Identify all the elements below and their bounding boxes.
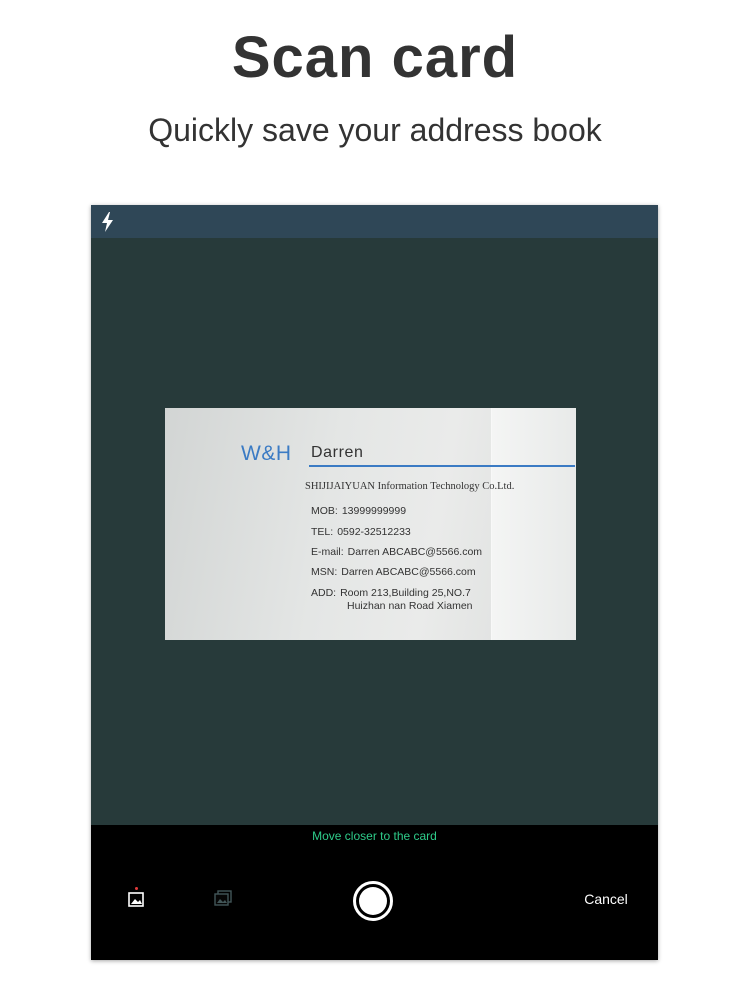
card-field-value: 13999999999 xyxy=(341,505,407,517)
card-address-line2: Huizhan nan Road Xiamen xyxy=(347,600,473,612)
card-field-label: ADD: xyxy=(311,587,337,599)
notification-dot xyxy=(135,887,138,890)
card-field-msn: MSN: Darren ABCABC@5566.com xyxy=(311,566,476,578)
shutter-button[interactable] xyxy=(353,881,393,921)
camera-top-bar xyxy=(91,205,658,238)
page-subtitle: Quickly save your address book xyxy=(148,112,602,148)
image-icon[interactable] xyxy=(128,887,146,909)
flash-icon[interactable] xyxy=(99,211,117,233)
card-field-label: TEL: xyxy=(311,526,334,538)
business-card: W&H Darren SHIJIJAIYUAN Information Tech… xyxy=(165,408,576,640)
camera-viewfinder: W&H Darren SHIJIJAIYUAN Information Tech… xyxy=(91,238,658,825)
card-field-label: MOB: xyxy=(311,505,338,517)
card-field-tel: TEL: 0592-32512233 xyxy=(311,526,411,538)
card-field-address: ADD: Room 213,Building 25,NO.7 xyxy=(311,587,471,599)
card-glare xyxy=(491,408,576,640)
card-fields: MOB: 13999999999 TEL: 0592-32512233 E-mail… xyxy=(165,408,495,640)
card-field-mob: MOB: 13999999999 xyxy=(311,505,406,517)
card-field-value: 0592-32512233 xyxy=(337,526,411,538)
card-field-label: E-mail: xyxy=(311,546,344,558)
card-field-value: Darren ABCABC@5566.com xyxy=(347,546,483,558)
camera-bottom-bar: Move closer to the card Cancel xyxy=(91,825,658,960)
card-field-email: E-mail: Darren ABCABC@5566.com xyxy=(311,546,482,558)
card-field-label: MSN: xyxy=(311,566,338,578)
card-field-value: Room 213,Building 25,NO.7 xyxy=(340,587,471,599)
camera-screen: W&H Darren SHIJIJAIYUAN Information Tech… xyxy=(91,205,658,960)
cancel-button[interactable]: Cancel xyxy=(571,891,641,907)
shutter-icon xyxy=(359,887,387,915)
page-title: Scan card xyxy=(231,25,519,90)
card-field-value: Darren ABCABC@5566.com xyxy=(341,566,476,578)
scan-card-screen: Scan card Quickly save your address book… xyxy=(0,0,750,1000)
stacked-images-icon[interactable] xyxy=(213,890,233,908)
scan-hint: Move closer to the card xyxy=(312,829,437,843)
